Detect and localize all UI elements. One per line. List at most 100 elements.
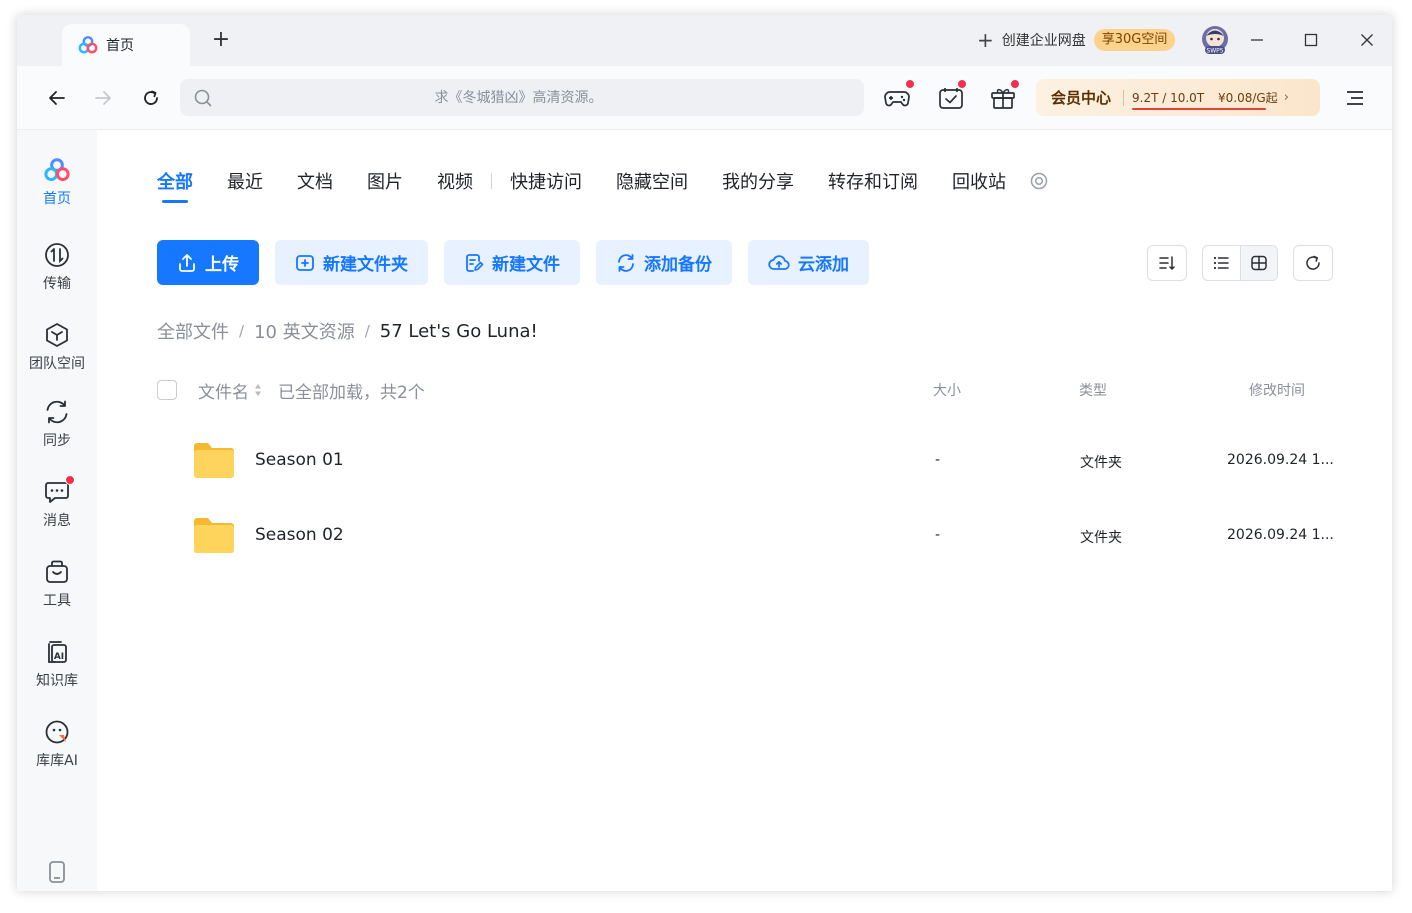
team-space-icon — [43, 321, 71, 349]
sidebar-item-ai[interactable]: 库库AI — [17, 718, 97, 770]
new-file-button[interactable]: 新建文件 — [444, 240, 580, 285]
minimize-button[interactable] — [1243, 27, 1271, 53]
tab-hidden-space[interactable]: 隐藏空间 — [616, 168, 688, 194]
forward-button[interactable] — [89, 85, 117, 111]
calendar-check-icon — [939, 88, 963, 109]
vip-center-button[interactable]: 会员中心 9.2T / 10.0T ¥0.08/G起 › — [1036, 79, 1320, 116]
tab-documents[interactable]: 文档 — [297, 168, 333, 194]
select-all-checkbox[interactable] — [157, 380, 177, 400]
close-icon — [1361, 34, 1373, 46]
chevron-right-icon: › — [1283, 90, 1289, 105]
backup-sync-icon — [618, 253, 634, 272]
grid-view-button[interactable] — [1239, 246, 1277, 280]
back-button[interactable] — [43, 85, 71, 111]
file-size: - — [935, 452, 941, 468]
refresh-icon — [1306, 255, 1320, 270]
notification-dot — [905, 79, 915, 89]
file-name[interactable]: Season 02 — [255, 525, 344, 545]
gamepad-icon — [884, 91, 910, 107]
reload-button[interactable] — [137, 85, 165, 111]
sidebar-item-transfer[interactable]: 传输 — [17, 241, 97, 293]
sidebar-item-label: 传输 — [43, 276, 71, 292]
sort-order-icon — [1159, 256, 1175, 270]
vip-title: 会员中心 — [1051, 89, 1112, 107]
upload-button[interactable]: 上传 — [157, 240, 259, 285]
search-input[interactable] — [213, 88, 824, 107]
maximize-button[interactable] — [1297, 27, 1325, 53]
grid-view-icon — [1251, 255, 1267, 271]
tab-my-shares[interactable]: 我的分享 — [722, 168, 794, 194]
sidebar-item-label: 团队空间 — [29, 356, 85, 372]
sort-arrows-icon[interactable] — [254, 383, 262, 397]
column-name-header[interactable]: 文件名 — [198, 378, 249, 403]
tab-recycle-bin[interactable]: 回收站 — [952, 168, 1006, 194]
column-modified-header: 修改时间 — [1249, 383, 1305, 399]
tab-images[interactable]: 图片 — [367, 168, 403, 194]
new-tab-button[interactable]: + — [209, 29, 233, 53]
breadcrumb-item-root[interactable]: 全部文件 — [157, 318, 229, 344]
tab-label: 首页 — [106, 38, 134, 54]
search-bar[interactable] — [180, 79, 864, 116]
new-folder-button[interactable]: 新建文件夹 — [275, 240, 428, 285]
ai-assistant-icon — [43, 718, 71, 746]
storage-usage-bar — [1132, 108, 1267, 110]
knowledge-base-icon: AI — [43, 638, 71, 666]
tab-divider — [491, 173, 492, 189]
target-settings-icon[interactable] — [1030, 172, 1048, 190]
folder-icon — [194, 518, 234, 553]
sync-icon — [43, 398, 71, 426]
add-backup-button[interactable]: 添加备份 — [596, 240, 732, 285]
tab-transfer-subscribe[interactable]: 转存和订阅 — [828, 168, 918, 194]
main-content: 全部 最近 文档 图片 视频 快捷访问 隐藏空间 我的分享 转存和订阅 回收站 … — [97, 130, 1392, 891]
action-bar: 上传 新建文件夹 新建文件 添加备份 云添加 — [157, 240, 885, 285]
sidebar-item-sync[interactable]: 同步 — [17, 398, 97, 450]
cloud-add-button[interactable]: 云添加 — [748, 240, 869, 285]
table-row[interactable]: Season 02 - 文件夹 2026.09.24 1... — [157, 511, 1337, 561]
new-file-icon — [466, 253, 484, 272]
sidebar-item-knowledge-base[interactable]: AI 知识库 — [17, 638, 97, 690]
sidebar-item-messages[interactable]: 消息 — [17, 475, 97, 530]
sidebar-item-label: 同步 — [43, 433, 71, 449]
column-size-header: 大小 — [933, 383, 961, 399]
cloud-upload-icon — [768, 254, 790, 270]
upload-icon — [179, 253, 195, 272]
refresh-button[interactable] — [1293, 245, 1333, 281]
table-row[interactable]: Season 01 - 文件夹 2026.09.24 1... — [157, 436, 1337, 486]
sidebar-item-home[interactable]: 首页 — [17, 156, 97, 208]
tab-videos[interactable]: 视频 — [437, 168, 473, 194]
tab-quick-access[interactable]: 快捷访问 — [510, 168, 582, 194]
list-view-button[interactable] — [1203, 246, 1240, 280]
breadcrumb-item-parent[interactable]: 10 英文资源 — [254, 318, 355, 344]
plus-icon: + — [977, 28, 994, 52]
sidebar-item-tools[interactable]: 工具 — [17, 558, 97, 610]
sidebar-item-team-space[interactable]: 团队空间 — [17, 321, 97, 373]
menu-button[interactable] — [1341, 85, 1369, 111]
transfer-icon — [43, 241, 71, 269]
promo-badge: 享30G空间 — [1093, 29, 1176, 51]
file-modified: 2026.09.24 1... — [1227, 452, 1334, 468]
sidebar-item-label: 首页 — [43, 191, 71, 207]
sidebar-item-label: 知识库 — [36, 673, 78, 689]
file-size: - — [935, 527, 941, 543]
gift-icon — [991, 88, 1015, 109]
sort-button[interactable] — [1147, 245, 1187, 281]
breadcrumb: 全部文件 / 10 英文资源 / 57 Let's Go Luna! — [157, 318, 538, 344]
checkin-button[interactable] — [937, 79, 967, 111]
file-name[interactable]: Season 01 — [255, 450, 344, 470]
breadcrumb-item-current: 57 Let's Go Luna! — [379, 320, 538, 342]
sidebar-item-label: 工具 — [43, 593, 71, 609]
mobile-device-icon[interactable] — [45, 860, 69, 884]
gift-button[interactable] — [989, 79, 1020, 111]
close-button[interactable] — [1353, 27, 1381, 53]
tab-all[interactable]: 全部 — [157, 168, 193, 203]
tools-icon — [43, 558, 71, 586]
reload-icon — [144, 90, 158, 105]
avatar[interactable]: SWP5 — [1200, 25, 1230, 55]
create-enterprise-button[interactable]: + 创建企业网盘 享30G空间 — [977, 27, 1176, 53]
tab-home[interactable]: 首页 — [62, 24, 190, 66]
file-modified: 2026.09.24 1... — [1227, 527, 1334, 543]
file-type: 文件夹 — [1080, 455, 1122, 471]
notification-dot — [957, 79, 967, 89]
tab-recent[interactable]: 最近 — [227, 168, 263, 194]
game-button[interactable] — [883, 79, 915, 111]
